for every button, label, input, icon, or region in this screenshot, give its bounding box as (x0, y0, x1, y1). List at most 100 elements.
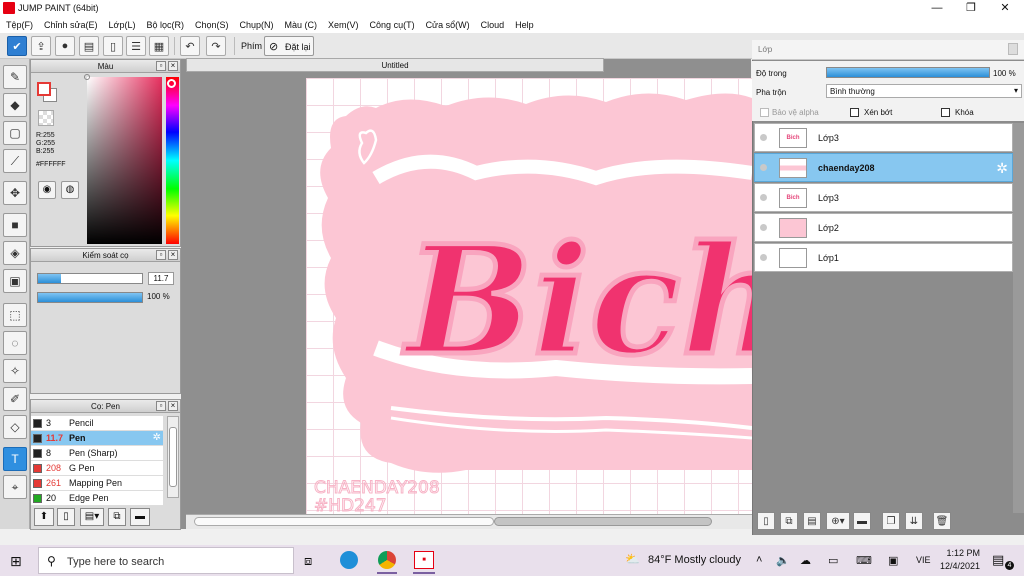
hue-slider[interactable] (166, 77, 179, 244)
gradient-tool-icon[interactable]: ▣ (3, 269, 27, 293)
keyboard-icon[interactable]: ⌨ (856, 554, 872, 567)
new-layer-icon[interactable]: ▯ (757, 512, 775, 530)
line-tool-icon[interactable]: ⟋ (3, 149, 27, 173)
layer-folder-icon[interactable]: ▬ (853, 512, 871, 530)
rect-select-tool-icon[interactable]: ⬚ (3, 303, 27, 327)
volume-icon[interactable]: 🔈 (776, 554, 790, 567)
brush-size-slider[interactable] (37, 273, 143, 284)
brush-settings-icon[interactable]: ✲ (153, 432, 161, 443)
clip-checkbox[interactable] (850, 108, 859, 117)
grid-icon[interactable]: ▦ (149, 36, 169, 56)
cloud-icon[interactable]: ☁ (800, 554, 811, 567)
brush-list-item[interactable]: 11.7 Pen ✲ (31, 431, 163, 446)
jump-paint-taskbar-icon[interactable]: ■ (414, 551, 434, 569)
palette-settings-icon[interactable]: ◍ (61, 181, 79, 199)
detach-icon[interactable]: ▫ (156, 61, 166, 71)
notification-icon[interactable]: ▤ (992, 552, 1004, 568)
layer-panel-menu-icon[interactable] (1008, 43, 1018, 55)
select-eraser-tool-icon[interactable]: ◇ (3, 415, 27, 439)
menu-select[interactable]: Chọn(S) (195, 17, 229, 33)
palette-icon[interactable]: ◉ (38, 181, 56, 199)
move-tool-icon[interactable]: ✥ (3, 181, 27, 205)
chat-icon[interactable]: ● (55, 36, 75, 56)
export-icon[interactable]: ⇪ (31, 36, 51, 56)
eraser-tool-icon[interactable]: ◆ (3, 93, 27, 117)
new-brush-icon[interactable]: ▯ (57, 508, 75, 526)
detach-icon[interactable]: ▫ (156, 401, 166, 411)
menu-color[interactable]: Màu (C) (285, 17, 318, 33)
brush-list-item[interactable]: 208 G Pen (31, 461, 163, 476)
menu-layer[interactable]: Lớp(L) (109, 17, 136, 33)
new-text-layer-icon[interactable]: ▤ (803, 512, 821, 530)
comment-icon[interactable]: ▤ (79, 36, 99, 56)
lasso-tool-icon[interactable]: ◌ (3, 331, 27, 355)
duplicate-layer-icon[interactable]: ❐ (882, 512, 900, 530)
display-icon[interactable]: ▭ (828, 554, 838, 567)
menu-help[interactable]: Help (515, 17, 534, 33)
taskbar-search-box[interactable]: ⚲ Type here to search (38, 547, 294, 574)
menu-file[interactable]: Tệp(F) (6, 17, 33, 33)
weather-icon[interactable]: ⛅ (625, 552, 640, 566)
chrome-browser-icon[interactable] (378, 551, 396, 569)
close-button[interactable]: ✕ (988, 0, 1022, 17)
text-tool-icon[interactable]: T (3, 447, 27, 471)
brush-list-scroll-thumb[interactable] (169, 427, 177, 487)
layer-visibility-icon[interactable] (760, 224, 767, 231)
magic-wand-tool-icon[interactable]: ✧ (3, 359, 27, 383)
color-picker-handle[interactable] (84, 74, 90, 80)
protect-alpha-checkbox[interactable] (760, 108, 769, 117)
minimize-button[interactable]: — (920, 0, 954, 17)
brush-list-scrollbar[interactable] (167, 416, 179, 498)
menu-edit[interactable]: Chỉnh sửa(E) (44, 17, 98, 33)
brush-list-item[interactable]: 8 Pen (Sharp) (31, 446, 163, 461)
layer-settings-icon[interactable]: ✲ (996, 160, 1008, 177)
hue-handle[interactable] (167, 79, 176, 88)
menu-tools[interactable]: Công cụ(T) (370, 17, 415, 33)
menu-capture[interactable]: Chụp(N) (240, 17, 274, 33)
layer-visibility-icon[interactable] (760, 164, 767, 171)
layer-visibility-icon[interactable] (760, 194, 767, 201)
scroll-thumb[interactable] (494, 517, 712, 526)
windows-start-icon[interactable]: ⊞ (10, 553, 22, 570)
menu-cloud[interactable]: Cloud (481, 17, 505, 33)
brush-list-item[interactable]: 20 Edge Pen (31, 491, 163, 506)
reset-button[interactable]: ⊘ Đặt lại (264, 36, 314, 56)
detach-icon[interactable]: ▫ (156, 250, 166, 260)
language-indicator[interactable]: VIE (916, 555, 931, 565)
copy-brush-icon[interactable]: ⧉ (108, 508, 126, 526)
layer-row[interactable]: chaenday208 ✲ (754, 153, 1013, 182)
new-layer-copy-icon[interactable]: ⧉ (780, 512, 798, 530)
canvas-paper[interactable]: Bich CHAENDAY208 #HD247 (306, 78, 752, 514)
eyedropper-tool-icon[interactable]: ⌖ (3, 475, 27, 499)
undo-icon[interactable]: ↶ (180, 36, 200, 56)
delete-layer-icon[interactable]: 🗑 (933, 512, 951, 530)
brush-opacity-slider[interactable] (37, 292, 143, 303)
layer-opacity-slider[interactable] (826, 67, 990, 78)
layer-row[interactable]: Lớp1 (754, 243, 1013, 272)
clock[interactable]: 1:12 PM 12/4/2021 (940, 548, 980, 571)
chevron-up-icon[interactable]: ˄ (756, 554, 762, 566)
layer-row[interactable]: Bich Lớp3 (754, 183, 1013, 212)
saturation-value-picker[interactable] (84, 74, 162, 244)
layer-visibility-icon[interactable] (760, 254, 767, 261)
transparent-color-swatch[interactable] (38, 110, 54, 126)
rectangle-tool-icon[interactable]: ▢ (3, 121, 27, 145)
folder-icon[interactable]: ▬ (130, 508, 150, 526)
canvas-horizontal-scrollbar[interactable] (186, 514, 752, 529)
layer-visibility-icon[interactable] (760, 134, 767, 141)
lock-checkbox[interactable] (941, 108, 950, 117)
brush-stamp-icon[interactable]: ⬆ (34, 508, 54, 526)
foreground-color-swatch[interactable] (37, 82, 51, 96)
redo-icon[interactable]: ↷ (206, 36, 226, 56)
menu-view[interactable]: Xem(V) (328, 17, 359, 33)
task-view-icon[interactable]: ⧈ (304, 553, 312, 569)
brush-tool-icon[interactable]: ✎ (3, 65, 27, 89)
menu-filter[interactable]: Bộ lọc(R) (146, 17, 184, 33)
brush-list-item[interactable]: 261 Mapping Pen (31, 476, 163, 491)
select-pen-tool-icon[interactable]: ✐ (3, 387, 27, 411)
close-panel-icon[interactable]: × (168, 250, 178, 260)
menu-window[interactable]: Cửa sổ(W) (426, 17, 470, 33)
blend-mode-select[interactable]: Bình thường ▾ (826, 84, 1022, 98)
weather-text[interactable]: 84°F Mostly cloudy (648, 554, 741, 566)
add-layer-menu-icon[interactable]: ⊕▾ (826, 512, 850, 530)
